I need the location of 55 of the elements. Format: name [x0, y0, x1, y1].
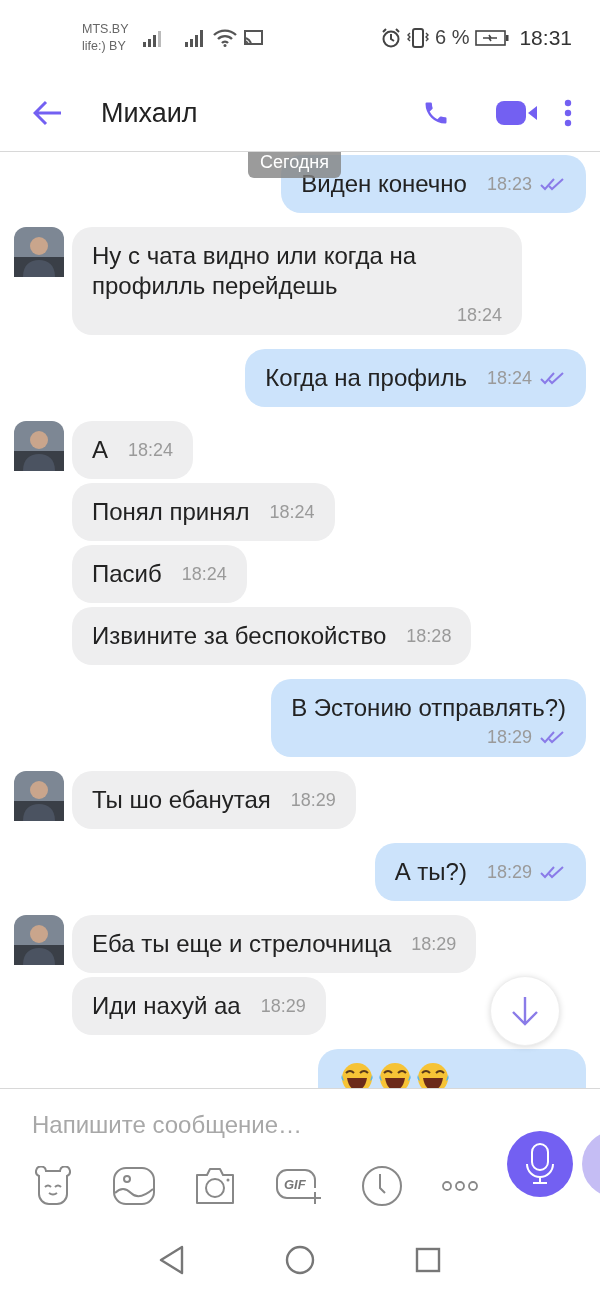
message-time: 18:24	[181, 563, 227, 586]
message-time: 18:24	[456, 304, 502, 327]
home-icon[interactable]	[285, 1245, 315, 1275]
battery-percent: 6 %	[434, 26, 470, 49]
vibrate-icon	[406, 26, 429, 49]
date-label: Сегодня	[248, 152, 341, 178]
scroll-down-button[interactable]	[490, 976, 560, 1046]
more-options-icon[interactable]	[564, 99, 572, 127]
message-text: Ты шо ебанутая	[92, 785, 271, 815]
message-input-field[interactable]: Напишите сообщение…	[0, 1111, 507, 1139]
contact-name: Михаил	[101, 97, 198, 129]
avatar	[14, 227, 64, 277]
message-text: В Эстонию отправлять?)	[291, 693, 566, 723]
back-icon[interactable]	[159, 1245, 185, 1275]
back-arrow-icon[interactable]	[33, 100, 63, 126]
avatar	[14, 421, 64, 471]
avatar	[14, 771, 64, 821]
clock-time: 18:31	[519, 25, 572, 50]
cast-icon	[242, 29, 263, 46]
wifi-icon	[212, 28, 237, 47]
message-time: 18:29	[486, 726, 532, 749]
laughing-emoji-icon	[416, 1061, 450, 1088]
gallery-icon[interactable]	[113, 1167, 155, 1205]
laughing-emoji-icon	[340, 1061, 374, 1088]
message-text: А	[92, 435, 108, 465]
carrier-name: life:) BY	[82, 37, 127, 55]
message-time: 18:23	[486, 173, 532, 196]
message-text: Пасиб	[92, 559, 162, 589]
alarm-icon	[380, 27, 401, 48]
recent-apps-icon[interactable]	[415, 1247, 441, 1273]
carrier-name: MTS.BY	[82, 20, 129, 38]
message-time: 18:28	[406, 625, 452, 648]
microphone-icon	[525, 1142, 555, 1186]
message-text: Ну с чата видно или когда на профилль перейдешь	[92, 241, 418, 301]
message-text: Иди нахуй аа	[92, 991, 241, 1021]
message-time: 18:24	[269, 501, 315, 524]
message-time: 18:24	[128, 439, 174, 462]
message-time: 18:29	[290, 789, 336, 812]
camera-icon[interactable]	[193, 1166, 237, 1206]
message-time: 18:29	[486, 861, 532, 884]
battery-charging-icon	[475, 28, 510, 47]
more-icon[interactable]	[441, 1180, 479, 1192]
video-camera-icon[interactable]	[496, 99, 538, 127]
laughing-emoji-icon	[378, 1061, 412, 1088]
avatar	[14, 915, 64, 965]
message-time: 18:29	[411, 933, 457, 956]
message-text: Еба ты еще и стрелочница	[92, 929, 392, 959]
message-text: Понял принял	[92, 497, 250, 527]
message-text: А ты?)	[394, 857, 467, 887]
arrow-down-icon	[510, 995, 540, 1027]
message-time: 18:24	[486, 367, 532, 390]
message-text: Когда на профиль	[265, 363, 467, 393]
message-time: 18:29	[260, 995, 306, 1018]
clock-icon[interactable]	[361, 1165, 403, 1207]
message-text: Извините за беспокойство	[92, 621, 387, 651]
